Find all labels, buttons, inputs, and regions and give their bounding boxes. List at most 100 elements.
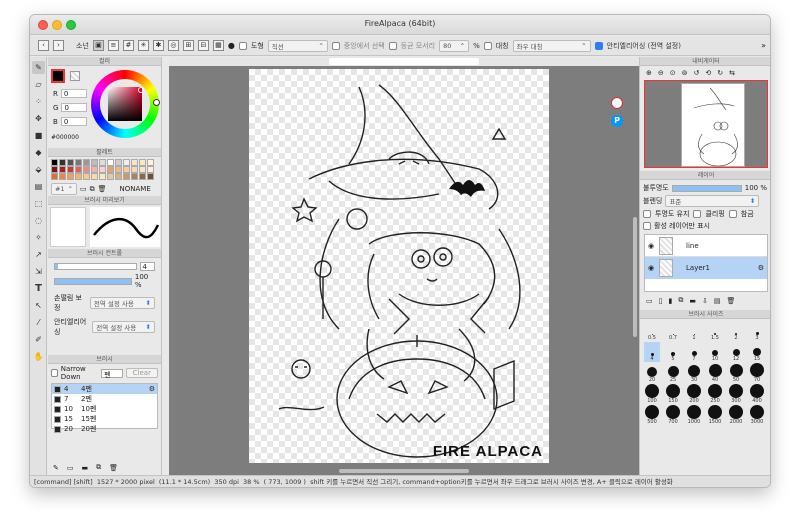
gear-icon[interactable]: ⚙ xyxy=(149,385,155,393)
symmetry-checkbox[interactable] xyxy=(483,41,492,50)
select-eraser-tool-icon[interactable]: ⇲ xyxy=(32,265,45,278)
b-input[interactable]: 0 xyxy=(60,117,87,126)
add-brush-icon[interactable]: ✎ xyxy=(53,464,59,472)
document-tab[interactable] xyxy=(329,58,479,65)
snap-3d-icon[interactable]: ⊟ xyxy=(197,40,209,51)
brush-size-cell[interactable]: 25 xyxy=(665,363,681,383)
palette-swatch[interactable] xyxy=(59,159,66,166)
brush-size-cell[interactable]: 70 xyxy=(749,363,765,383)
pixiv-icon[interactable]: P xyxy=(611,115,623,127)
brush-size-cell[interactable]: 250 xyxy=(707,384,723,404)
palette-swatch[interactable] xyxy=(91,159,98,166)
brush-size-cell[interactable]: 3 xyxy=(749,321,765,341)
brush-size-cell[interactable]: 500 xyxy=(644,405,660,425)
correction-select[interactable]: 전역 설정 사용 ⬍ xyxy=(89,297,155,309)
pen-tool-icon[interactable]: ✐ xyxy=(32,333,45,346)
brush-list-item[interactable]: 15 15펜 xyxy=(52,414,157,424)
merge-down-icon[interactable]: ⇩ xyxy=(702,297,708,305)
profile-avatar-icon[interactable] xyxy=(611,97,623,109)
brush-size-cell[interactable]: 1500 xyxy=(707,405,723,425)
select-tool-icon[interactable]: ⬚ xyxy=(32,197,45,210)
fill-tool-icon[interactable]: ⬙ xyxy=(32,163,45,176)
duplicate-layer-icon[interactable]: ⧉ xyxy=(678,296,683,305)
layer-folder-icon[interactable]: ▬ xyxy=(689,297,696,305)
brush-size-cell[interactable]: 2000 xyxy=(728,405,744,425)
brush-size-cell[interactable]: 0.7 xyxy=(665,321,681,341)
brush-opacity-slider[interactable] xyxy=(54,277,132,285)
brush-list-item[interactable]: 20 20펜 xyxy=(52,424,157,434)
vertical-scrollbar[interactable] xyxy=(633,217,637,337)
palette-swatch[interactable] xyxy=(75,173,82,180)
hue-handle[interactable] xyxy=(153,99,160,106)
palette-swatch[interactable] xyxy=(51,166,58,173)
clear-layer-icon[interactable]: ▤ xyxy=(714,297,721,305)
antialias-checkbox[interactable] xyxy=(594,41,603,50)
palette-swatch[interactable] xyxy=(123,159,130,166)
clipping-checkbox[interactable] xyxy=(693,210,702,218)
new-8bit-layer-icon[interactable]: ▯ xyxy=(659,297,663,305)
hand-tool-icon[interactable]: ✋ xyxy=(32,350,45,363)
palette-swatch[interactable] xyxy=(83,159,90,166)
brush-size-cell[interactable]: 12 xyxy=(728,342,744,362)
palette-swatch[interactable] xyxy=(131,166,138,173)
color-square[interactable] xyxy=(108,87,142,121)
gradient-tool-icon[interactable]: ▤ xyxy=(32,180,45,193)
snap-crisscross-icon[interactable]: # xyxy=(122,40,134,51)
brush-size-cell[interactable]: 50 xyxy=(728,363,744,383)
brush-size-cell[interactable]: 700 xyxy=(665,405,681,425)
brush-antialias-select[interactable]: 전역 설정 사용 ⬍ xyxy=(92,321,155,333)
brush-size-cell[interactable]: 200 xyxy=(686,384,702,404)
layer-row-selected[interactable]: ◉ Layer1 ⚙ xyxy=(645,257,767,279)
brush-size-cell[interactable]: 4 xyxy=(644,342,660,362)
palette-swatch[interactable] xyxy=(99,166,106,173)
palette-swatch[interactable] xyxy=(107,173,114,180)
transparent-color-swatch[interactable] xyxy=(70,71,80,81)
clear-button[interactable]: Clear xyxy=(125,368,158,378)
select-pen-tool-icon[interactable]: ↗ xyxy=(32,248,45,261)
brush-list-item[interactable]: 4 4펜 ⚙ xyxy=(52,384,157,394)
palette-swatch[interactable] xyxy=(115,173,122,180)
new-layer-icon[interactable]: ▭ xyxy=(646,297,653,305)
magic-wand-tool-icon[interactable]: ✧ xyxy=(32,231,45,244)
brush-size-cell[interactable]: 300 xyxy=(728,384,744,404)
trash-icon[interactable]: 🗑 xyxy=(98,185,107,193)
new-brush-icon[interactable]: ▭ xyxy=(67,464,74,472)
next-icon[interactable]: › xyxy=(53,40,64,51)
rotate-left-icon[interactable]: ↺ xyxy=(694,69,700,77)
equal-spacing-checkbox[interactable] xyxy=(388,41,397,50)
horizontal-scrollbar[interactable] xyxy=(339,469,469,473)
operation-tool-icon[interactable]: ↖ xyxy=(32,299,45,312)
canvas-area[interactable]: FIRE ALPACA P xyxy=(169,57,639,475)
palette-swatch[interactable] xyxy=(115,166,122,173)
brush-size-value[interactable]: 4 xyxy=(139,262,155,271)
show-active-checkbox[interactable] xyxy=(643,222,651,230)
snap-grid-icon[interactable]: ▦ xyxy=(212,40,224,51)
eyedropper-tool-icon[interactable]: ⁄ xyxy=(32,316,45,329)
snap-off-icon[interactable]: ▣ xyxy=(92,40,104,51)
palette-swatch[interactable] xyxy=(99,173,106,180)
palette-swatch[interactable] xyxy=(107,166,114,173)
eye-icon[interactable]: ◉ xyxy=(648,264,656,272)
palette-swatch[interactable] xyxy=(83,166,90,173)
overflow-icon[interactable]: » xyxy=(761,41,766,50)
move-tool-icon[interactable]: ✥ xyxy=(32,112,45,125)
palette-swatch[interactable] xyxy=(67,159,74,166)
zoom-out-icon[interactable]: ⊖ xyxy=(658,69,664,77)
brush-folder-icon[interactable]: ▬ xyxy=(82,464,89,472)
brush-size-cell[interactable]: 2 xyxy=(728,321,744,341)
rotate-reset-icon[interactable]: ⟲ xyxy=(705,69,711,77)
snap-radial-icon[interactable]: ✱ xyxy=(152,40,164,51)
document-canvas[interactable]: FIRE ALPACA xyxy=(249,69,549,463)
duplicate-brush-icon[interactable]: ⧉ xyxy=(96,463,101,472)
shape-select[interactable]: 직선 ⌃ xyxy=(267,39,328,52)
text-tool-icon[interactable]: T xyxy=(32,282,45,295)
snap-vanishing-icon[interactable]: ✳ xyxy=(137,40,149,51)
brush-size-cell[interactable]: 40 xyxy=(707,363,723,383)
palette-swatch[interactable] xyxy=(107,159,114,166)
zoom-fit-icon[interactable]: ⊙ xyxy=(670,69,676,77)
brush-size-cell[interactable]: 1 xyxy=(686,321,702,341)
brush-size-cell[interactable]: 15 xyxy=(749,342,765,362)
zoom-reset-icon[interactable]: ⊚ xyxy=(682,69,688,77)
new-palette-icon[interactable]: ▭ xyxy=(80,185,87,193)
snap-parallel-icon[interactable]: ≡ xyxy=(107,40,119,51)
